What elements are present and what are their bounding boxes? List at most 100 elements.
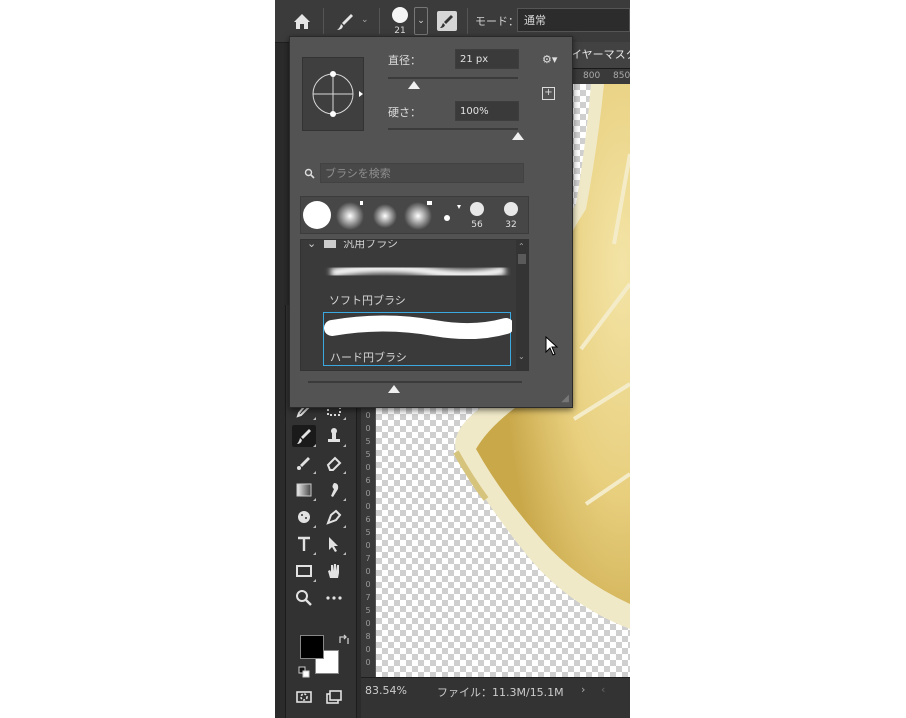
document-title: イヤーマスク/ — [571, 48, 630, 61]
ruler-digit: 5 — [365, 528, 371, 537]
recent-brush[interactable] — [301, 199, 333, 231]
ruler-digit: 0 — [365, 658, 371, 667]
file-size-info: ファイル：11.3M/15.1M — [437, 686, 564, 699]
hand-icon[interactable] — [322, 560, 346, 582]
quick-mask-icon[interactable] — [292, 686, 316, 708]
hardness-slider-track[interactable] — [388, 128, 518, 130]
recent-brush[interactable] — [403, 199, 435, 231]
text-icon[interactable] — [292, 533, 316, 555]
brush-item-label: ハード円ブラシ — [330, 351, 407, 364]
gradient-icon[interactable] — [292, 479, 316, 501]
ruler-tick: 800 — [583, 71, 601, 81]
ruler-digit: 7 — [365, 554, 371, 563]
ruler-digit: 8 — [365, 632, 371, 641]
brush-size-label: 32 — [505, 220, 517, 230]
arrow-icon[interactable] — [322, 533, 346, 555]
brush-tip-preview[interactable] — [302, 57, 364, 131]
blend-mode-select[interactable]: 通常 — [517, 8, 630, 32]
recent-brush[interactable] — [335, 199, 367, 231]
search-icon — [304, 168, 315, 182]
mode-label: モード： — [475, 15, 519, 28]
home-icon[interactable] — [291, 11, 313, 33]
chevron-down-icon[interactable]: ⌄ — [361, 15, 369, 25]
ruler-digit: 5 — [365, 437, 371, 446]
divider — [379, 8, 380, 34]
brush-list: ⌄ 汎用ブラシ ソフト円ブラシ ハード円ブラシ ⌃ ⌄ — [300, 239, 529, 371]
scrollbar-thumb[interactable] — [518, 254, 526, 264]
size-input[interactable]: 21 px — [455, 49, 519, 69]
brush-item-hard-round[interactable]: ハード円ブラシ — [323, 312, 514, 366]
ruler-digit: 6 — [365, 476, 371, 485]
group-name: 汎用ブラシ — [343, 239, 398, 250]
ruler-digit: 0 — [365, 489, 371, 498]
ruler-digit: 7 — [365, 593, 371, 602]
brush-size-label: 56 — [471, 220, 483, 230]
divider — [467, 8, 468, 34]
ruler-tick: 850 — [613, 71, 630, 81]
brush-size-indicator: 21 — [394, 26, 406, 36]
brush-picker-toggle[interactable]: ⌄ — [414, 7, 428, 35]
brush-tool-icon[interactable] — [334, 11, 356, 33]
chevron-right-icon[interactable]: › — [581, 683, 585, 696]
preview-size-slider-track[interactable] — [308, 381, 522, 383]
preview-size-slider-thumb[interactable] — [387, 385, 400, 393]
photoshop-window: ⌄ 21 ⌄ モード： 通常 イヤーマスク/ 800 850 100150200… — [275, 0, 630, 718]
brush-tip-dot — [392, 7, 408, 23]
brush-list-scrollbar[interactable]: ⌃ ⌄ — [516, 240, 528, 370]
ruler-digit: 5 — [365, 450, 371, 459]
ruler-digit: 0 — [365, 619, 371, 628]
ruler-digit: 0 — [365, 580, 371, 589]
rectangle-icon[interactable] — [292, 560, 316, 582]
sponge-icon[interactable] — [292, 506, 316, 528]
pen-icon[interactable] — [322, 506, 346, 528]
ruler-digit: 0 — [365, 463, 371, 472]
ruler-digit: 5 — [365, 606, 371, 615]
chevron-down-icon: ⌄ — [307, 239, 317, 250]
clone-stamp-icon[interactable] — [322, 425, 346, 447]
brush-item-soft-round[interactable]: ソフト円ブラシ — [323, 256, 511, 310]
size-label: 直径： — [388, 54, 421, 67]
gear-icon[interactable]: ⚙▾ — [542, 53, 557, 66]
brush-group-header[interactable]: ⌄ 汎用ブラシ — [307, 239, 398, 251]
brush-preset-preview[interactable]: 21 — [390, 5, 410, 36]
ruler-digit: 0 — [365, 411, 371, 420]
hardness-input[interactable]: 100% — [455, 101, 519, 121]
screen-mode-icon[interactable] — [322, 686, 346, 708]
recent-brush[interactable]: 32 — [495, 199, 527, 231]
hardness-slider-thumb[interactable] — [512, 132, 524, 140]
healing-brush-icon[interactable] — [292, 452, 316, 474]
brush-icon[interactable] — [292, 425, 316, 447]
swap-colors-icon[interactable] — [336, 633, 350, 647]
ruler-digit: 0 — [365, 424, 371, 433]
ruler-digit: 0 — [365, 567, 371, 576]
foreground-color-swatch[interactable] — [300, 635, 324, 659]
size-slider-track[interactable] — [388, 77, 518, 79]
more-icon[interactable] — [322, 587, 346, 609]
ruler-digit: 0 — [365, 645, 371, 654]
divider — [323, 8, 324, 34]
resize-grip-icon[interactable]: ◢ — [561, 393, 569, 404]
new-preset-icon[interactable]: + — [542, 87, 555, 100]
brush-item-label: ソフト円ブラシ — [329, 294, 406, 307]
eraser-icon[interactable] — [322, 452, 346, 474]
chevron-up-icon[interactable]: ⌃ — [518, 242, 525, 251]
ruler-digit: 6 — [365, 515, 371, 524]
brush-panel-icon[interactable] — [437, 11, 457, 31]
mouse-cursor-icon — [545, 335, 559, 359]
size-slider-thumb[interactable] — [408, 81, 420, 89]
ruler-digit: 0 — [365, 541, 371, 550]
recent-brushes: 56 32 — [300, 196, 529, 234]
chevron-down-icon[interactable]: ⌄ — [518, 352, 525, 361]
chevron-left-icon[interactable]: ‹ — [601, 683, 605, 696]
recent-brush[interactable] — [369, 199, 401, 231]
smudge-icon[interactable] — [322, 479, 346, 501]
status-bar: 83.54% ファイル：11.3M/15.1M › ‹ — [361, 677, 630, 718]
brush-search-input[interactable]: ブラシを検索 — [320, 163, 524, 183]
ruler-digit: 0 — [365, 502, 371, 511]
zoom-level[interactable]: 83.54% — [365, 684, 407, 697]
default-colors-icon[interactable] — [296, 665, 310, 679]
hardness-label: 硬さ： — [388, 106, 421, 119]
brush-preset-picker: 直径： 21 px 硬さ： 100% ⚙▾ + ブラシを検索 56 32 ⌄ 汎… — [289, 36, 573, 408]
zoom-icon[interactable] — [292, 587, 316, 609]
recent-brush[interactable]: 56 — [461, 199, 493, 231]
